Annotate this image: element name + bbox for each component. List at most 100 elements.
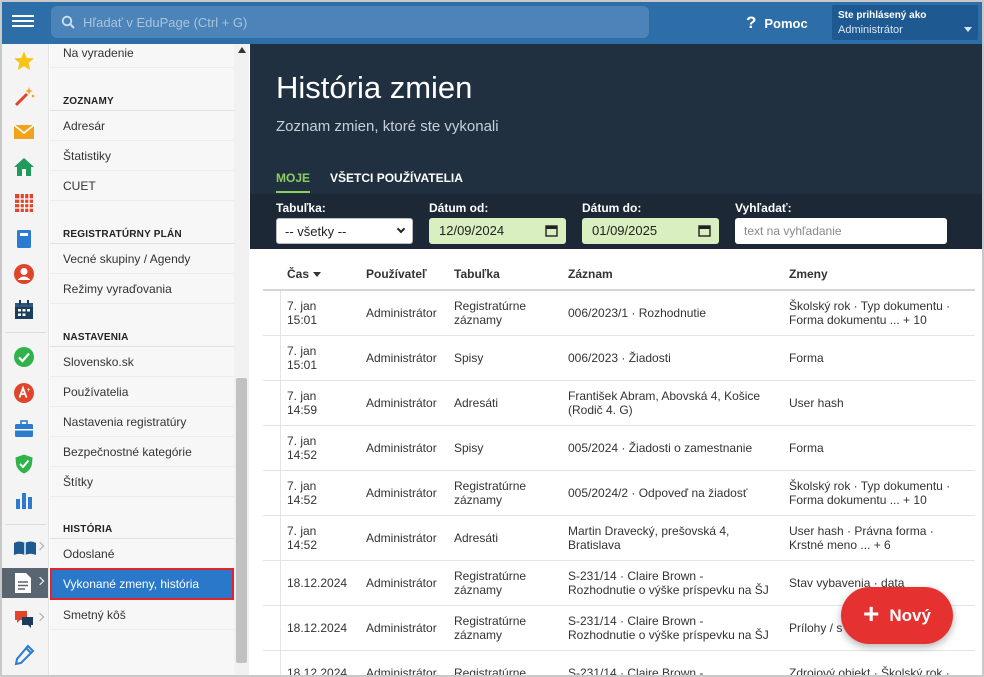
- page-title: História zmien: [276, 70, 473, 105]
- cell-user: Administrátor: [366, 621, 437, 635]
- rail-stats[interactable]: [2, 485, 48, 515]
- rail-favorites[interactable]: [2, 46, 48, 76]
- rail-chat[interactable]: [2, 604, 48, 634]
- cell-tabulka: Adresáti: [454, 531, 499, 545]
- rail-library[interactable]: [2, 533, 48, 563]
- tab-moje[interactable]: MOJE: [276, 171, 311, 193]
- rail-tools[interactable]: [2, 640, 48, 670]
- table-row[interactable]: 7. jan 15:01 Administrátor Spisy 006/2023 ·…: [263, 336, 975, 381]
- section-heading: REGISTRATÚRNY PLÁN: [63, 229, 182, 240]
- column-header-cas[interactable]: Čas: [287, 267, 322, 281]
- rail-registry[interactable]: [2, 568, 48, 598]
- cell-zmeny: Forma: [789, 441, 824, 455]
- help-label: Pomoc: [764, 15, 808, 31]
- new-button[interactable]: + Nový: [841, 587, 953, 644]
- user-name: Administrátor: [838, 24, 903, 36]
- column-header-pouzivatel[interactable]: Používateľ: [366, 267, 427, 281]
- grid-calendar-icon: [15, 194, 33, 212]
- sidebar-item-smetny-kos[interactable]: Smetný kôš: [50, 600, 234, 630]
- user-menu[interactable]: Ste prihlásený ako Administrátor: [832, 5, 978, 40]
- sidebar-item-statistiky[interactable]: Štatistiky: [50, 141, 234, 171]
- table-row[interactable]: 7. jan 15:01 Administrátor Registratúrne z…: [263, 291, 975, 336]
- sidebar-item-label: Slovensko.sk: [63, 354, 134, 369]
- book-icon: [17, 230, 31, 248]
- table-select[interactable]: -- všetky --: [276, 218, 413, 244]
- scrollbar-thumb[interactable]: [236, 378, 247, 663]
- column-header-zaznam[interactable]: Záznam: [568, 267, 613, 281]
- cell-zmeny: Školský rok · Typ dokumentu · Forma doku…: [789, 479, 951, 507]
- rail-timetable[interactable]: [2, 188, 48, 218]
- cell-tabulka: Registratúrne: [454, 666, 527, 677]
- table-row[interactable]: 7. jan 14:52 Administrátor Spisy 005/2024 ·…: [263, 426, 975, 471]
- column-header-tabulka[interactable]: Tabuľka: [454, 267, 500, 281]
- filter-search-input[interactable]: [735, 218, 947, 244]
- sidebar-item-rezimy[interactable]: Režimy vyraďovania: [50, 274, 234, 304]
- table-row[interactable]: 7. jan 14:52 Administrátor Registratúrne z…: [263, 471, 975, 516]
- sidebar-item-vecne-skupiny[interactable]: Vecné skupiny / Agendy: [50, 244, 234, 274]
- sidebar-item-stitky[interactable]: Štítky: [50, 467, 234, 497]
- calendar-icon: [545, 225, 558, 237]
- cell-user: Administrátor: [366, 306, 437, 320]
- cell-zmeny: User hash · Právna forma · Krstné meno .…: [789, 524, 934, 552]
- chevron-right-icon: [35, 541, 45, 551]
- cell-zmeny: Prílohy / s: [789, 621, 843, 635]
- table-row[interactable]: 7. jan 14:59 Administrátor Adresáti Františ…: [263, 381, 975, 426]
- row-divider: [280, 381, 281, 425]
- sidebar-item-label: Bezpečnostné kategórie: [63, 444, 192, 459]
- sidebar-item-pouzivatelia[interactable]: Používatelia: [50, 377, 234, 407]
- sidebar-item-vykonane-zmeny[interactable]: Vykonané zmeny, história: [50, 568, 234, 600]
- rail-messages[interactable]: [2, 117, 48, 147]
- rail-attendance[interactable]: [2, 342, 48, 372]
- sidebar-submenu: Na vyradenie ZOZNAMY Adresár Štatistiky …: [50, 44, 249, 675]
- rail-people[interactable]: [2, 259, 48, 289]
- table-row[interactable]: 18.12.2024 Administrátor Registratúrne S-23…: [263, 651, 975, 677]
- cell-zaznam: 006/2023 · Žiadosti: [568, 351, 671, 365]
- sidebar-item-bezpecnostne[interactable]: Bezpečnostné kategórie: [50, 437, 234, 467]
- sidebar-item-label: CUET: [63, 178, 96, 193]
- cell-zaznam: 005/2024/2 · Odpoveď na žiadosť: [568, 486, 748, 500]
- rail-briefcase[interactable]: [2, 414, 48, 444]
- rail-home[interactable]: [2, 152, 48, 182]
- menu-icon[interactable]: [12, 12, 34, 32]
- cell-cas: 7. jan 15:01: [287, 299, 318, 327]
- rail-grades[interactable]: +: [2, 378, 48, 408]
- cell-zaznam: 006/2023/1 · Rozhodnutie: [568, 306, 707, 320]
- calendar-icon: [698, 225, 711, 237]
- help-button[interactable]: ? Pomoc: [746, 12, 808, 34]
- scroll-up-icon[interactable]: [238, 47, 246, 53]
- row-divider: [280, 651, 281, 675]
- global-search[interactable]: [51, 6, 649, 38]
- search-input[interactable]: [83, 12, 633, 32]
- cell-user: Administrátor: [366, 396, 437, 410]
- cell-cas: 7. jan 15:01: [287, 344, 318, 372]
- sidebar-item-label: Smetný kôš: [63, 607, 126, 622]
- rail-wizard[interactable]: [2, 82, 48, 112]
- table-row[interactable]: 7. jan 14:52 Administrátor Adresáti Martin …: [263, 516, 975, 561]
- cell-zmeny: Zdrojový objekt · Školský rok ·: [789, 666, 950, 677]
- rail-book[interactable]: [2, 224, 48, 254]
- cell-tabulka: Registratúrne záznamy: [454, 569, 527, 597]
- cell-tabulka: Registratúrne záznamy: [454, 614, 527, 642]
- column-header-zmeny[interactable]: Zmeny: [789, 267, 828, 281]
- cell-user: Administrátor: [366, 351, 437, 365]
- sidebar-item-label: Odoslané: [63, 546, 115, 561]
- tab-bar: MOJE VŠETCI POUŽÍVATELIA: [276, 171, 463, 193]
- sidebar-item-adresar[interactable]: Adresár: [50, 111, 234, 141]
- sidebar-item-odoslane[interactable]: Odoslané: [50, 539, 234, 569]
- page-header: História zmien Zoznam zmien, ktoré ste v…: [250, 44, 982, 194]
- section-heading: ZOZNAMY: [63, 96, 114, 107]
- cell-cas: 18.12.2024: [287, 621, 348, 635]
- tab-vsetci-pouzivatelia[interactable]: VŠETCI POUŽÍVATELIA: [330, 171, 463, 193]
- sidebar-item-cuet[interactable]: CUET: [50, 171, 234, 201]
- sidebar-item-slovensko[interactable]: Slovensko.sk: [50, 347, 234, 377]
- sidebar-item-nastavenia-registratury[interactable]: Nastavenia registratúry: [50, 407, 234, 437]
- date-from-input[interactable]: 12/09/2024: [429, 218, 566, 244]
- rail-security[interactable]: [2, 449, 48, 479]
- star-icon: [14, 51, 34, 70]
- sidebar-item-na-vyradenie[interactable]: Na vyradenie: [50, 38, 234, 68]
- rail-calendar[interactable]: [2, 295, 48, 325]
- row-divider: [280, 336, 281, 380]
- cell-tabulka: Spisy: [454, 441, 484, 455]
- date-to-input[interactable]: 01/09/2025: [582, 218, 719, 244]
- sidebar-scrollbar[interactable]: [234, 44, 249, 675]
